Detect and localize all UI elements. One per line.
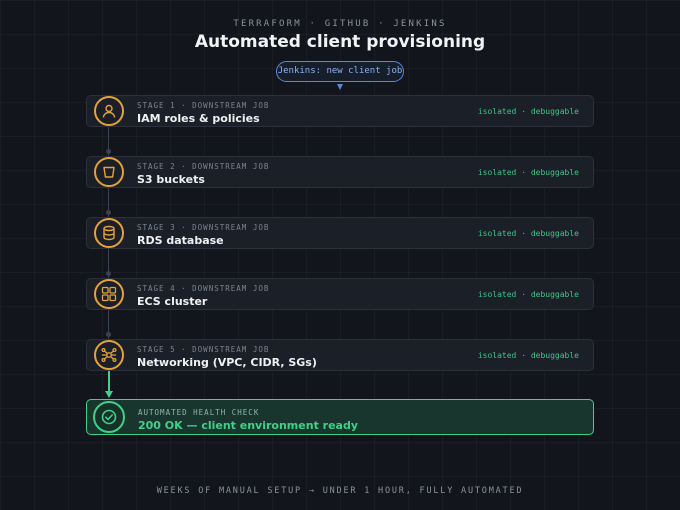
rail-dot [106, 271, 111, 276]
health-check-card: AUTOMATED HEALTH CHECK 200 OK — client e… [86, 399, 594, 435]
stage-step: STAGE 5 · DOWNSTREAM JOB [137, 345, 270, 354]
stage-card-4: STAGE 4 · DOWNSTREAM JOB ECS cluster iso… [86, 278, 594, 310]
stage-step: STAGE 1 · DOWNSTREAM JOB [137, 101, 270, 110]
footer-tagline: WEEKS OF MANUAL SETUP → UNDER 1 HOUR, FU… [156, 486, 524, 496]
stage-card-1: STAGE 1 · DOWNSTREAM JOB IAM roles & pol… [86, 95, 594, 127]
status-badge: isolated · debuggable [477, 107, 579, 116]
stage-step: STAGE 4 · DOWNSTREAM JOB [137, 284, 270, 293]
health-step: AUTOMATED HEALTH CHECK [138, 408, 260, 417]
status-badge: isolated · debuggable [477, 351, 579, 360]
status-badge: isolated · debuggable [477, 168, 579, 177]
network-icon [94, 340, 124, 370]
stage-name: IAM roles & policies [137, 112, 260, 125]
rail-dot [106, 332, 111, 337]
page-title: Automated client provisioning [194, 32, 486, 52]
trigger-pill: Jenkins: new client job [276, 61, 404, 82]
stage-card-5: STAGE 5 · DOWNSTREAM JOB Networking (VPC… [86, 339, 594, 371]
stage-step: STAGE 2 · DOWNSTREAM JOB [137, 162, 270, 171]
stage-card-3: STAGE 3 · DOWNSTREAM JOB RDS database is… [86, 217, 594, 249]
rail-dot [106, 210, 111, 215]
user-icon [94, 96, 124, 126]
stage-card-2: STAGE 2 · DOWNSTREAM JOB S3 buckets isol… [86, 156, 594, 188]
stage-name: RDS database [137, 234, 224, 247]
stage-name: Networking (VPC, CIDR, SGs) [137, 356, 317, 369]
rail-dot [106, 149, 111, 154]
header-kicker: TERRAFORM · GITHUB · JENKINS [233, 19, 447, 29]
stage-step: STAGE 3 · DOWNSTREAM JOB [137, 223, 270, 232]
status-badge: isolated · debuggable [477, 290, 579, 299]
stage-name: ECS cluster [137, 295, 208, 308]
trigger-arrow-icon [337, 84, 343, 90]
status-badge: isolated · debuggable [477, 229, 579, 238]
containers-icon [94, 279, 124, 309]
database-icon [94, 218, 124, 248]
health-status: 200 OK — client environment ready [138, 419, 359, 432]
stage-name: S3 buckets [137, 173, 205, 186]
health-arrow-icon [105, 391, 113, 398]
bucket-icon [94, 157, 124, 187]
check-icon [93, 401, 125, 433]
health-connector [108, 371, 110, 393]
